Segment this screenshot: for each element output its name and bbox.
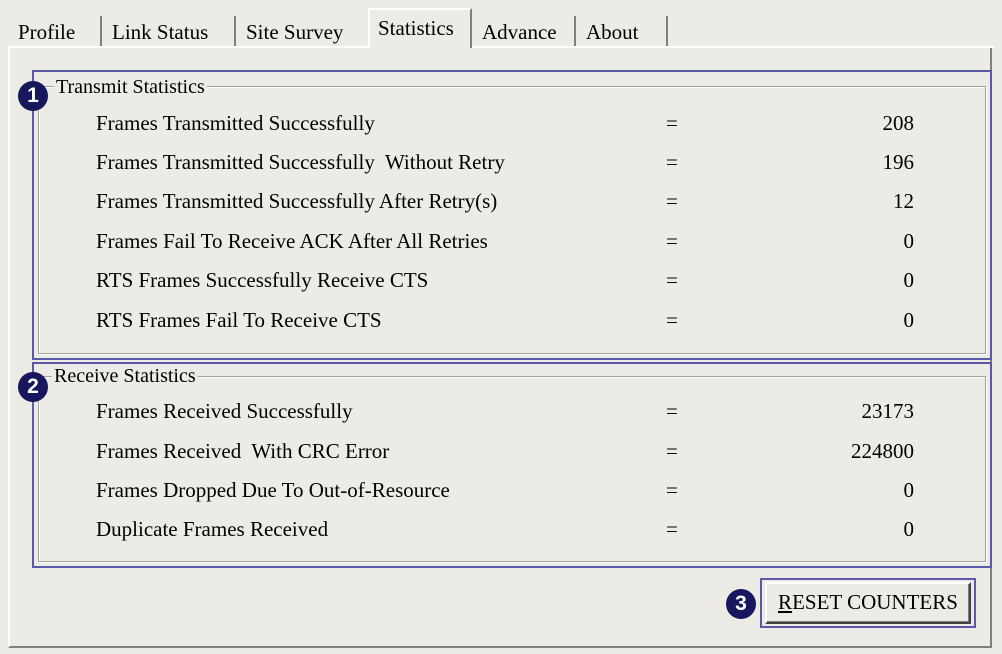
stat-value: 23173 [861,399,915,423]
stat-label: Frames Transmitted Successfully [96,111,375,135]
stat-row: Frames Transmitted Successfully = 208 [96,108,926,138]
stat-label: Frames Transmitted Successfully Without … [96,150,505,174]
tab-link-status[interactable]: Link Status [102,16,236,48]
stat-label: Frames Fail To Receive ACK After All Ret… [96,229,488,253]
reset-counters-button[interactable]: RESET COUNTERS [765,582,971,624]
stat-row: Frames Received With CRC Error = 224800 [96,436,926,466]
stat-value: 0 [903,478,915,502]
stat-row: RTS Frames Fail To Receive CTS = 0 [96,305,926,335]
stat-row: Frames Fail To Receive ACK After All Ret… [96,226,926,256]
callout-badge-1: 1 [18,81,48,111]
stat-value: 196 [882,150,915,174]
stat-label: RTS Frames Fail To Receive CTS [96,308,382,332]
stat-value: 208 [882,111,915,135]
callout-badge-2: 2 [18,372,48,402]
tab-label: Advance [482,20,557,44]
tab-label: Statistics [378,16,454,40]
stat-row: Frames Transmitted Successfully After Re… [96,186,926,216]
stat-equals: = [666,439,678,463]
stat-equals: = [666,308,678,332]
reset-button-label: ESET COUNTERS [792,590,958,614]
stat-equals: = [666,399,678,423]
stat-row: RTS Frames Successfully Receive CTS = 0 [96,265,926,295]
tab-advance[interactable]: Advance [472,16,576,48]
stat-label: Frames Dropped Due To Out-of-Resource [96,478,450,502]
tab-profile[interactable]: Profile [8,16,102,48]
tab-label: Profile [18,20,76,44]
reset-button-accelerator: R [778,590,793,614]
tab-label: Site Survey [246,20,344,44]
stat-equals: = [666,111,678,135]
stat-equals: = [666,268,678,292]
stat-value: 12 [893,189,914,213]
stat-equals: = [666,189,678,213]
stat-label: Frames Received Successfully [96,399,353,423]
tab-about[interactable]: About [576,16,668,48]
stat-label: RTS Frames Successfully Receive CTS [96,268,429,292]
stat-row: Frames Transmitted Successfully Without … [96,147,926,177]
tab-bar: Profile Link Status Site Survey Statisti… [8,8,994,48]
transmit-statistics-title: Transmit Statistics [54,76,207,98]
stat-label: Frames Transmitted Successfully After Re… [96,189,498,213]
stat-value: 0 [903,308,915,332]
stat-row: Frames Received Successfully = 23173 [96,396,926,426]
tab-statistics[interactable]: Statistics [368,8,472,48]
stat-equals: = [666,229,678,253]
stat-row: Duplicate Frames Received = 0 [96,514,926,544]
stat-value: 0 [903,517,915,541]
stat-label: Duplicate Frames Received [96,517,329,541]
callout-badge-3: 3 [726,589,756,619]
tab-site-survey[interactable]: Site Survey [236,16,370,48]
stat-value: 0 [903,268,915,292]
stat-value: 0 [903,229,915,253]
receive-statistics-title: Receive Statistics [52,365,198,387]
stat-equals: = [666,150,678,174]
tab-label: Link Status [112,20,209,44]
stat-row: Frames Dropped Due To Out-of-Resource = … [96,475,926,505]
stat-value: 224800 [851,439,914,463]
stat-equals: = [666,517,678,541]
tab-label: About [586,20,639,44]
stat-equals: = [666,478,678,502]
stat-label: Frames Received With CRC Error [96,439,390,463]
